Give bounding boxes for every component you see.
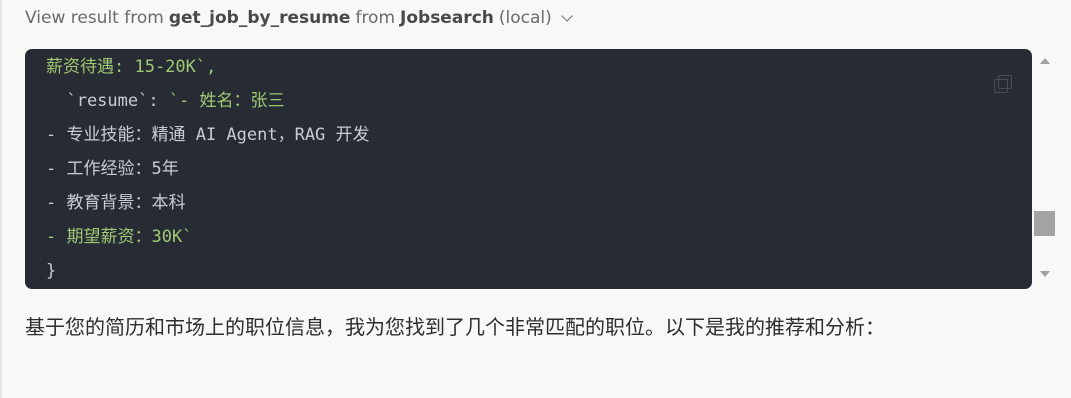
- code-line: }: [46, 261, 57, 281]
- scroll-thumb[interactable]: [1034, 211, 1055, 236]
- left-border: [0, 0, 2, 398]
- assistant-response-text: 基于您的简历和市场上的职位信息，我为您找到了几个非常匹配的职位。以下是我的推荐和…: [25, 315, 885, 339]
- code-line: `resume`: `- 姓名：张三: [46, 91, 285, 111]
- code-block: 薪资待遇: 15-20K`, `resume`: `- 姓名：张三 - 专业技能…: [25, 49, 1032, 289]
- code-line: 薪资待遇: 15-20K`,: [46, 57, 217, 77]
- scroll-down-arrow-icon[interactable]: [1040, 271, 1050, 277]
- tool-result-header[interactable]: View result from get_job_by_resume from …: [25, 7, 573, 29]
- chevron-down-icon[interactable]: [561, 10, 573, 22]
- code-line: - 工作经验：5年: [46, 159, 179, 179]
- scroll-up-arrow-icon[interactable]: [1040, 58, 1050, 64]
- code-line: - 教育背景：本科: [46, 193, 186, 213]
- code-line: - 专业技能：精通 AI Agent，RAG 开发: [46, 125, 370, 145]
- code-scrollbar[interactable]: [1033, 49, 1057, 289]
- server-name: Jobsearch: [400, 8, 494, 28]
- header-middle: from: [355, 8, 396, 28]
- server-location: (local): [498, 8, 552, 28]
- code-string: `- 姓名：张三: [168, 91, 285, 111]
- code-line: - 期望薪资：30K`: [46, 227, 193, 247]
- copy-icon[interactable]: [994, 75, 1012, 93]
- tool-name: get_job_by_resume: [168, 8, 351, 28]
- header-prefix: View result from: [25, 8, 164, 28]
